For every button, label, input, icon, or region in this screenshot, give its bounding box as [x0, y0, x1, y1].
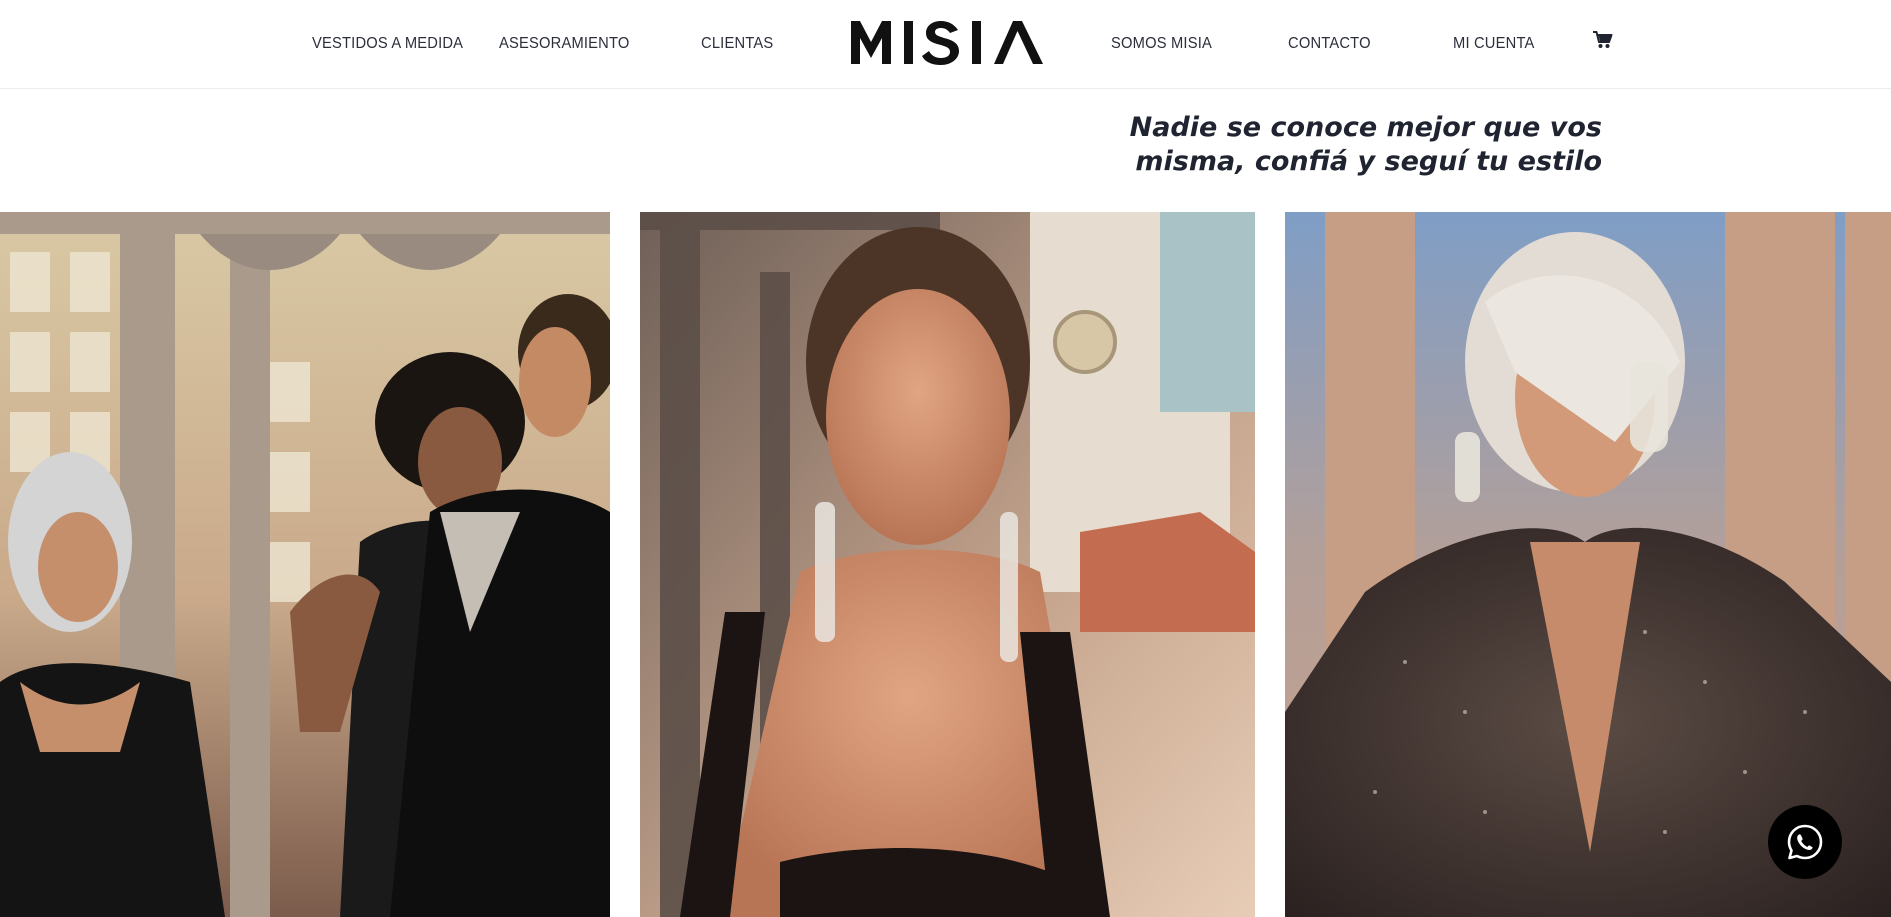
- closeup-photo-image: [640, 212, 1255, 917]
- nav-mi-cuenta[interactable]: MI CUENTA: [1453, 35, 1535, 53]
- nav-clientas[interactable]: CLIENTAS: [701, 35, 773, 53]
- hero-tagline-line-2: misma, confiá y seguí tu estilo: [1135, 146, 1602, 177]
- nav-contacto[interactable]: CONTACTO: [1288, 35, 1371, 53]
- gallery-photo-closeup: [640, 212, 1255, 917]
- nav-asesoramiento[interactable]: ASESORAMIENTO: [499, 35, 630, 53]
- whatsapp-icon: [1787, 824, 1823, 860]
- misia-logo-mark: [851, 21, 1043, 65]
- cart-icon: [1593, 31, 1613, 48]
- whatsapp-button[interactable]: [1768, 805, 1842, 879]
- hero-tagline: Nadie se conoce mejor que vos misma, con…: [1130, 111, 1602, 179]
- hero-tagline-line-1: Nadie se conoce mejor que vos: [1129, 112, 1602, 143]
- group-photo-image: [0, 212, 610, 917]
- site-header: VESTIDOS A MEDIDA ASESORAMIENTO CLIENTAS…: [0, 0, 1891, 89]
- nav-somos-misia[interactable]: SOMOS MISIA: [1111, 35, 1212, 53]
- gallery-photo-group: [0, 212, 610, 917]
- brand-logo[interactable]: [851, 18, 1043, 66]
- cart-button[interactable]: [1593, 31, 1613, 49]
- nav-vestidos-a-medida[interactable]: VESTIDOS A MEDIDA: [312, 35, 463, 53]
